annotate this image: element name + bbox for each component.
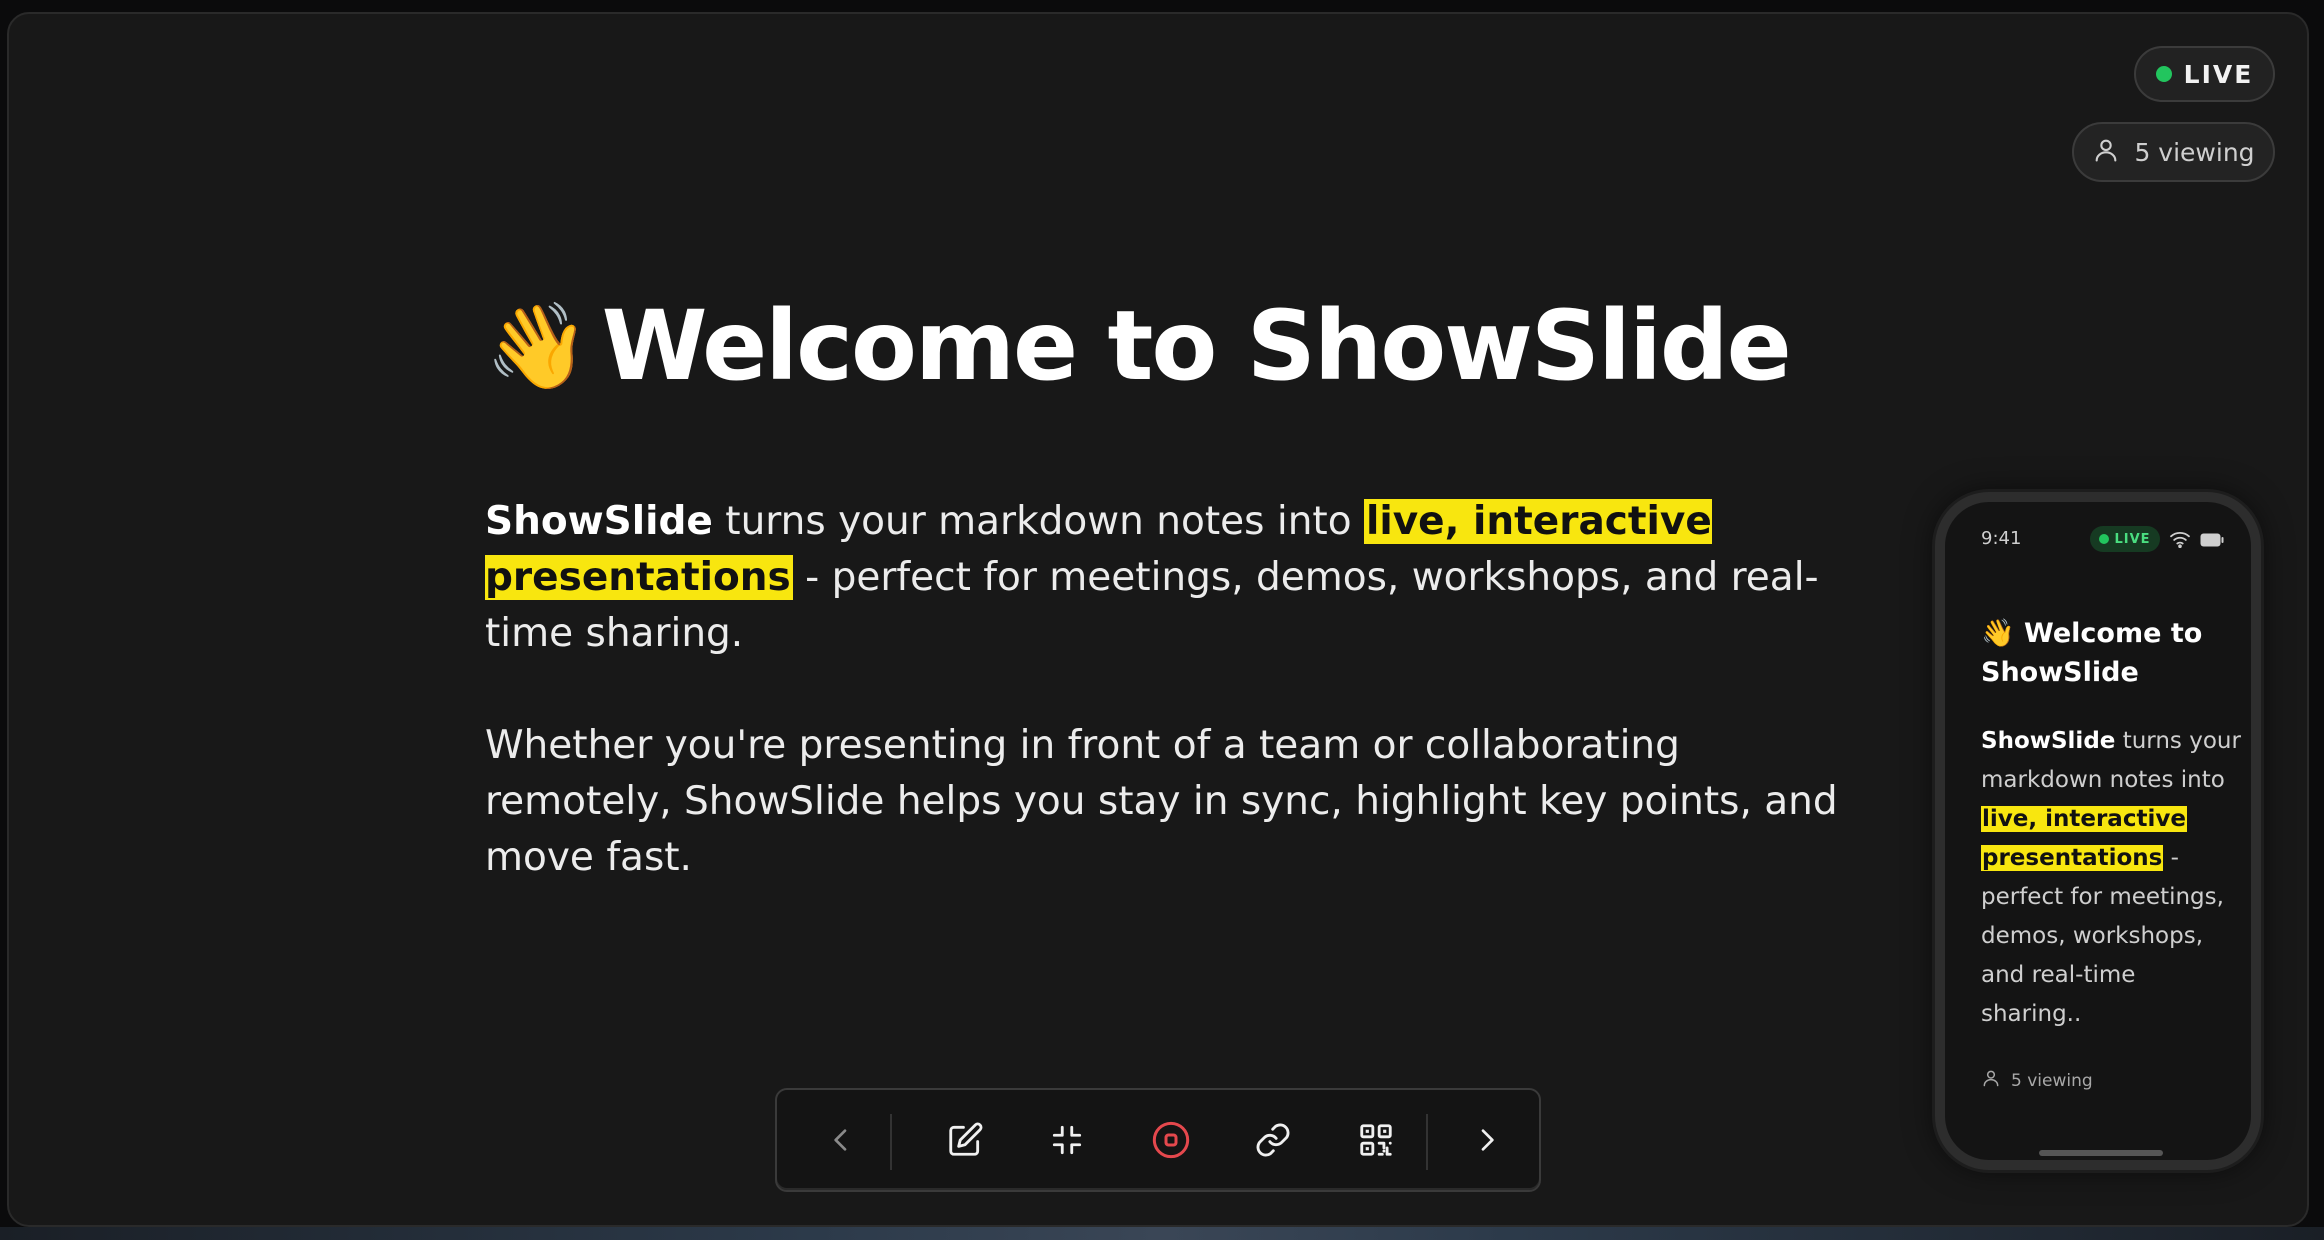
- live-label: LIVE: [2183, 59, 2254, 89]
- qr-code-button[interactable]: [1346, 1112, 1406, 1172]
- viewer-count-label: 5 viewing: [2134, 137, 2255, 167]
- stop-record-icon: [1151, 1120, 1191, 1164]
- waving-hand-emoji: 👋: [485, 297, 590, 395]
- edit-button[interactable]: [935, 1112, 995, 1172]
- qr-code-icon: [1357, 1121, 1395, 1163]
- brand-bold-text: ShowSlide: [485, 499, 713, 544]
- stop-broadcast-button[interactable]: [1141, 1112, 1201, 1172]
- phone-live-label: LIVE: [2114, 531, 2151, 547]
- brand-bold-text: ShowSlide: [1981, 728, 2116, 754]
- highlighted-text: presentations: [1981, 845, 2164, 871]
- waving-hand-emoji: 👋: [1981, 618, 2015, 649]
- slide-title-text: Welcome to ShowSlide: [601, 290, 1792, 402]
- previous-slide-button[interactable]: [811, 1112, 871, 1172]
- battery-icon: [2200, 532, 2224, 551]
- highlighted-text: live, interactive: [1981, 806, 2187, 832]
- phone-home-indicator: [2039, 1150, 2163, 1156]
- phone-live-badge: LIVE: [2090, 526, 2160, 552]
- chevron-left-icon: [825, 1124, 857, 1160]
- paragraph-text: - perfect for meetings, demos, workshops…: [1981, 845, 2224, 1027]
- viewer-count-badge[interactable]: 5 viewing: [2072, 122, 2275, 182]
- phone-status-time: 9:41: [1981, 528, 2022, 549]
- live-indicator-dot: [2155, 66, 2172, 82]
- link-icon: [1254, 1121, 1292, 1163]
- live-status-badge: LIVE: [2134, 46, 2275, 102]
- live-indicator-dot: [2099, 534, 2110, 544]
- mobile-preview-phone: 9:41 LIVE 👋 Welcome to ShowSlide ShowSli…: [1935, 492, 2261, 1170]
- copy-link-button[interactable]: [1243, 1112, 1303, 1172]
- slide-paragraph-details: Whether you're presenting in front of a …: [485, 723, 1838, 880]
- phone-viewer-count: 5 viewing: [1981, 1068, 2093, 1093]
- wifi-icon: [2169, 530, 2191, 552]
- presenter-toolbar: [775, 1088, 1541, 1192]
- desktop-background-strip: [0, 1227, 2324, 1240]
- toolbar-divider: [890, 1114, 892, 1170]
- chevron-right-icon: [1471, 1124, 1503, 1160]
- phone-slide-title: 👋 Welcome to ShowSlide: [1981, 614, 2231, 692]
- paragraph-text: turns your markdown notes into: [712, 499, 1364, 544]
- phone-viewer-label: 5 viewing: [2011, 1070, 2093, 1091]
- phone-title-text: Welcome to ShowSlide: [1981, 618, 2203, 688]
- minimize-icon: [1048, 1121, 1086, 1163]
- exit-fullscreen-button[interactable]: [1037, 1112, 1097, 1172]
- slide-title: 👋 Welcome to ShowSlide: [485, 290, 1792, 402]
- user-icon: [1981, 1068, 2001, 1093]
- user-icon: [2092, 136, 2120, 168]
- pencil-square-icon: [946, 1121, 984, 1163]
- toolbar-divider: [1426, 1114, 1428, 1170]
- slide-paragraph-intro: ShowSlide turns your markdown notes into…: [485, 494, 1845, 662]
- next-slide-button[interactable]: [1457, 1112, 1517, 1172]
- phone-slide-paragraph: ShowSlide turns your markdown notes into…: [1981, 722, 2243, 1034]
